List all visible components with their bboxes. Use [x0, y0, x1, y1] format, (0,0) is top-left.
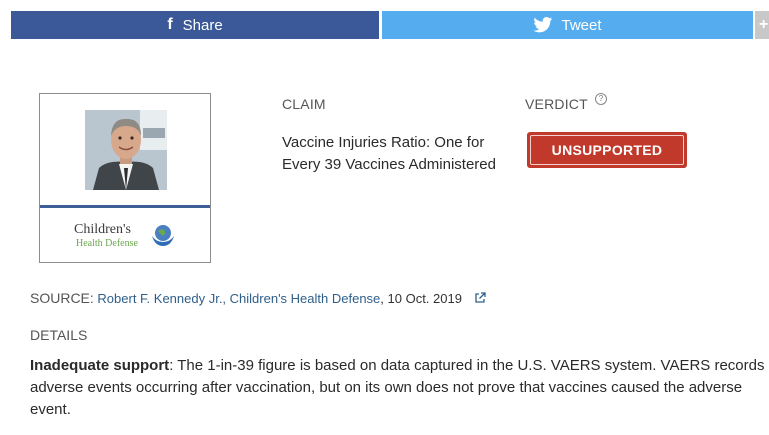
more-share-button[interactable]: + [755, 11, 769, 39]
source-label: SOURCE: [30, 290, 94, 306]
details-label: DETAILS [30, 327, 88, 343]
details-text: Inadequate support: The 1-in-39 figure i… [30, 355, 765, 421]
card-divider [40, 205, 210, 208]
claim-text: Vaccine Injuries Ratio: One for Every 39… [282, 134, 496, 173]
childrens-health-defense-logo: Children's Health Defense [74, 222, 184, 254]
source-line: SOURCE: Robert F. Kennedy Jr., Children'… [30, 290, 486, 306]
globe-hands-icon [152, 225, 174, 246]
source-date: , 10 Oct. 2019 [380, 291, 462, 306]
portrait-photo [85, 110, 167, 190]
claim-label: CLAIM [282, 96, 326, 112]
facebook-icon: f [167, 16, 173, 33]
tweet-button[interactable]: Tweet [382, 11, 753, 39]
facebook-share-button[interactable]: f Share [11, 11, 379, 39]
source-link[interactable]: Robert F. Kennedy Jr., Children's Health… [97, 291, 380, 306]
verdict-badge: UNSUPPORTED [527, 132, 687, 168]
share-bar: f Share Tweet + [11, 11, 769, 39]
verdict-badge-text: UNSUPPORTED [530, 135, 684, 165]
claim-source-card: Children's Health Defense [39, 93, 211, 263]
plus-icon: + [759, 16, 769, 33]
share-label: Share [182, 16, 223, 34]
logo-text-line2: Health Defense [76, 238, 138, 249]
verdict-label: VERDICT [525, 96, 588, 112]
logo-text-line1: Children's [74, 222, 131, 237]
details-lead: Inadequate support [30, 357, 170, 374]
tweet-label: Tweet [561, 16, 602, 34]
twitter-bird-icon [533, 17, 553, 33]
question-circle-icon[interactable]: ? [595, 93, 607, 105]
external-link-icon[interactable] [474, 292, 486, 304]
